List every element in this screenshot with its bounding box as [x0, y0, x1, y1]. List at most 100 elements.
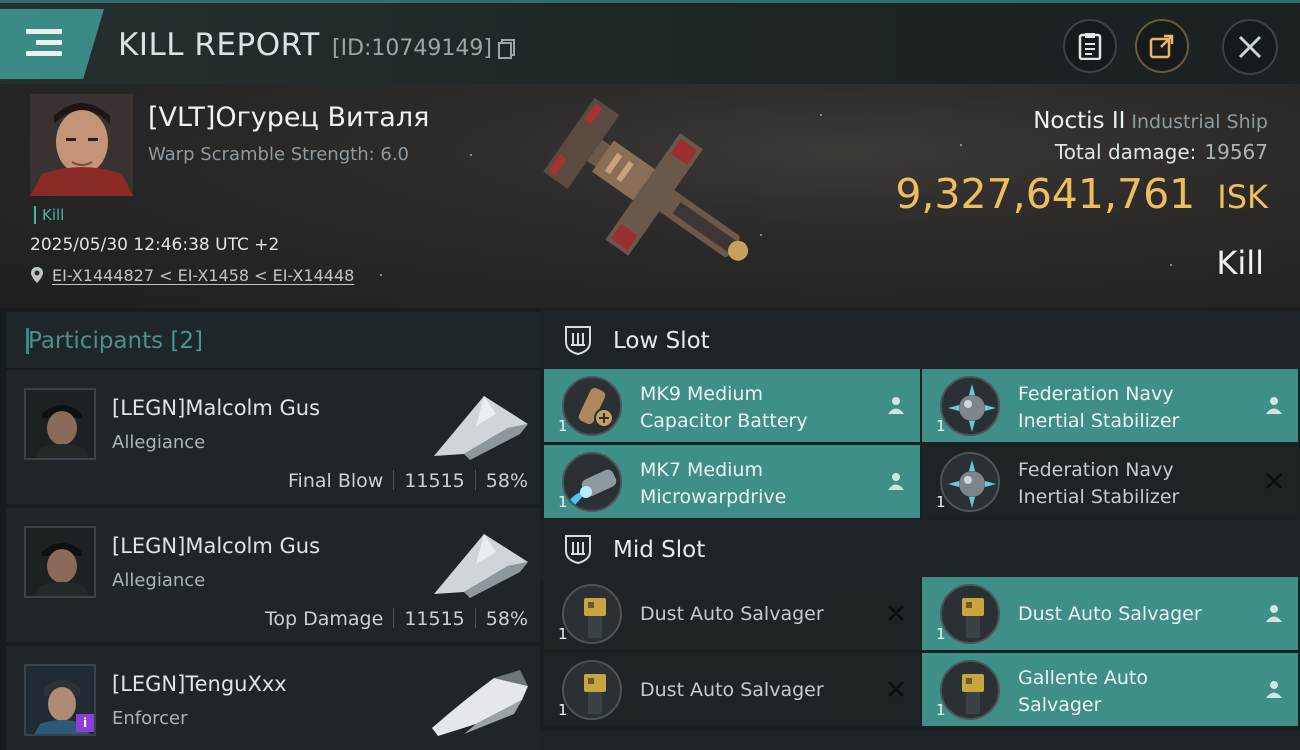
participants-count: [2] — [170, 328, 204, 354]
auto-salvager-icon — [562, 584, 622, 644]
cross-icon — [1266, 473, 1282, 489]
victim-portrait[interactable] — [30, 94, 133, 196]
item-name: MK9 Medium Capacitor Battery — [640, 383, 808, 432]
kill-tag: Kill — [34, 206, 64, 224]
fitting-item[interactable]: 1 MK7 Medium Microwarpdrive — [544, 445, 920, 518]
participant-ship: Allegiance — [112, 432, 206, 453]
participant-avatar — [24, 526, 96, 598]
total-damage: Total damage: 19567 — [1055, 140, 1268, 164]
fitting-item[interactable]: 1 Dust Auto Salvager — [544, 577, 920, 650]
participant-ship: Enforcer — [112, 708, 188, 729]
participants-header: Participants [2] — [6, 312, 540, 368]
microwarpdrive-icon — [562, 452, 622, 512]
fitting-item[interactable]: 1 Dust Auto Salvager — [544, 653, 920, 726]
cross-icon — [888, 681, 904, 697]
auto-salvager-icon — [940, 660, 1000, 720]
item-name: Dust Auto Salvager — [640, 603, 824, 625]
copy-icon[interactable] — [498, 39, 516, 59]
next-slot-header — [540, 730, 1300, 750]
participants-panel: Participants [2] [LEGN]Malcolm Gus Alleg… — [0, 308, 540, 750]
clipboard-icon — [1078, 33, 1102, 60]
info-badge-icon: i — [76, 714, 94, 732]
total-damage-value: 19567 — [1204, 140, 1268, 164]
participant-avatar: i — [24, 664, 96, 736]
mid-slot-header: Mid Slot — [540, 519, 1300, 579]
clipboard-button[interactable] — [1063, 19, 1117, 73]
fitting-item[interactable]: 1 Federation Navy Inertial Stabilizer — [922, 445, 1298, 518]
slot-icon — [565, 535, 591, 565]
participant-ship-image — [432, 670, 528, 736]
participant-stats: Final Blow 11515 58% — [288, 470, 528, 492]
victim-panel: [VLT]Огурец Виталя Warp Scramble Strengt… — [0, 84, 1300, 308]
fitting-item[interactable]: 1 MK9 Medium Capacitor Battery — [544, 369, 920, 442]
menu-button[interactable] — [0, 9, 104, 79]
report-id: [ID:10749149] — [332, 36, 492, 61]
header-bar: KILL REPORT [ID:10749149] — [0, 0, 1300, 84]
item-name: MK7 Medium Microwarpdrive — [640, 459, 787, 508]
item-name: Federation Navy Inertial Stabilizer — [1018, 383, 1180, 432]
cross-icon — [888, 605, 904, 621]
close-icon — [1238, 35, 1262, 59]
participant-avatar — [24, 388, 96, 460]
close-button[interactable] — [1222, 19, 1278, 75]
low-slot-label: Low Slot — [613, 328, 710, 354]
total-damage-label: Total damage: — [1054, 140, 1197, 164]
victim-name[interactable]: [VLT]Огурец Виталя — [148, 102, 429, 133]
participant-row[interactable]: i [LEGN]TenguXxx Enforcer — [6, 646, 540, 750]
share-button[interactable] — [1135, 19, 1189, 73]
item-quantity: 1 — [936, 493, 946, 511]
item-name: Gallente Auto Salvager — [1018, 667, 1148, 716]
pilot-icon — [1266, 397, 1282, 414]
participant-name[interactable]: [LEGN]TenguXxx — [112, 672, 287, 696]
participant-role: Final Blow — [288, 470, 384, 492]
item-name: Dust Auto Salvager — [1018, 603, 1202, 625]
isk-unit: ISK — [1217, 178, 1268, 216]
inertial-stabilizer-icon — [940, 452, 1000, 512]
participant-role: Top Damage — [265, 608, 384, 630]
low-slot-header: Low Slot — [540, 310, 1300, 370]
fitting-item[interactable]: 1 Federation Navy Inertial Stabilizer — [922, 369, 1298, 442]
mid-slot-label: Mid Slot — [613, 537, 706, 563]
capacitor-battery-icon — [562, 376, 622, 436]
participant-name[interactable]: [LEGN]Malcolm Gus — [112, 396, 320, 420]
location-link[interactable]: EI-X1444827 < EI-X1458 < EI-X14448 — [30, 266, 354, 285]
isk-loss: 9,327,641,761 ISK — [895, 170, 1268, 218]
victim-ship[interactable]: Noctis II Industrial Ship — [1033, 108, 1268, 134]
inertial-stabilizer-icon — [940, 376, 1000, 436]
pilot-icon — [1266, 681, 1282, 698]
item-quantity: 1 — [558, 417, 568, 435]
pilot-icon — [888, 397, 904, 414]
pilot-icon — [1266, 605, 1282, 622]
isk-value: 9,327,641,761 — [895, 170, 1196, 218]
item-quantity: 1 — [558, 493, 568, 511]
participant-row[interactable]: [LEGN]Malcolm Gus Allegiance Final Blow 1… — [6, 370, 540, 504]
page-title: KILL REPORT — [118, 27, 320, 63]
item-name: Dust Auto Salvager — [640, 679, 824, 701]
fittings-panel: Low Slot 1 MK9 Medium Capacitor Battery 1… — [540, 308, 1300, 750]
ship-name: Noctis II — [1033, 108, 1126, 134]
item-name: Federation Navy Inertial Stabilizer — [1018, 459, 1180, 508]
participant-stats: Top Damage 11515 58% — [265, 608, 528, 630]
item-quantity: 1 — [936, 701, 946, 719]
item-quantity: 1 — [558, 701, 568, 719]
participant-damage: 11515 — [404, 470, 465, 492]
participant-percent: 58% — [485, 470, 528, 492]
item-quantity: 1 — [936, 417, 946, 435]
participant-ship: Allegiance — [112, 570, 206, 591]
warp-scramble-strength: Warp Scramble Strength: 6.0 — [148, 144, 410, 165]
fitting-item[interactable]: 1 Gallente Auto Salvager — [922, 653, 1298, 726]
location-path[interactable]: EI-X1444827 < EI-X1458 < EI-X14448 — [52, 266, 354, 285]
auto-salvager-icon — [562, 660, 622, 720]
participant-name[interactable]: [LEGN]Malcolm Gus — [112, 534, 320, 558]
ship-class: Industrial Ship — [1131, 111, 1268, 133]
participant-percent: 58% — [485, 608, 528, 630]
result-label: Kill — [1216, 244, 1264, 282]
fitting-item[interactable]: 1 Dust Auto Salvager — [922, 577, 1298, 650]
victim-ship-image — [543, 97, 749, 261]
pilot-icon — [888, 473, 904, 490]
participant-ship-image — [434, 534, 528, 598]
kill-datetime: 2025/05/30 12:46:38 UTC +2 — [30, 235, 280, 255]
slot-icon — [565, 326, 591, 356]
location-pin-icon — [31, 267, 43, 283]
participant-row[interactable]: [LEGN]Malcolm Gus Allegiance Top Damage 1… — [6, 508, 540, 642]
